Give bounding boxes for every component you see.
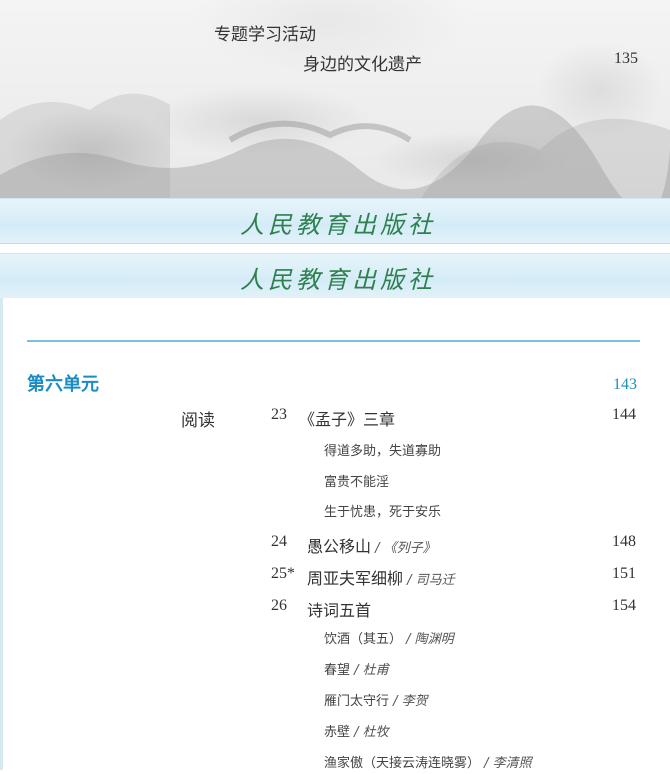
- entry-number: 24: [271, 533, 287, 550]
- entry-number: 26: [271, 597, 287, 614]
- entry-page: 151: [612, 565, 636, 582]
- toc-page: 第六单元 143 阅读 23 《孟子》三章 144 得道多助，失道寡助 富贵不能…: [0, 298, 670, 771]
- entry-author: / 司马迁: [403, 573, 455, 588]
- unit-title: 第六单元: [27, 374, 99, 395]
- header-rule: [27, 340, 640, 342]
- entry-author: / 《列子》: [371, 541, 436, 556]
- unit-page-number: 143: [613, 376, 637, 393]
- sub-entry[interactable]: 得道多助，失道寡助: [324, 440, 441, 462]
- entry-title: 愚公移山 / 《列子》: [307, 537, 436, 556]
- sub-entry[interactable]: 富贵不能淫: [324, 471, 389, 493]
- toc-entry[interactable]: 23 《孟子》三章 144: [3, 406, 670, 432]
- entry-page: 144: [612, 406, 636, 423]
- sub-entry[interactable]: 赤壁 / 杜牧: [324, 721, 389, 743]
- sub-entry[interactable]: 饮酒（其五） / 陶渊明: [324, 628, 454, 650]
- entry-title: 《孟子》三章: [299, 410, 396, 429]
- sub-entry[interactable]: 春望 / 杜甫: [324, 659, 389, 681]
- heritage-entry-title: 身边的文化遗产: [303, 55, 422, 75]
- sub-entry[interactable]: 雁门太守行 / 李贺: [324, 690, 428, 712]
- topic-activity-title: 专题学习活动: [214, 25, 316, 45]
- entry-page: 148: [612, 533, 636, 550]
- entry-title: 诗词五首: [307, 601, 372, 620]
- publisher-logo-text: 人民教育出版社: [240, 211, 436, 239]
- heritage-entry-page: 135: [614, 50, 638, 67]
- ink-painting-header: 专题学习活动 身边的文化遗产 135: [0, 0, 670, 200]
- entry-number: 25*: [271, 565, 295, 582]
- publisher-band: 人民教育出版社: [0, 198, 670, 244]
- toc-entry[interactable]: 26 诗词五首 154: [3, 597, 670, 623]
- publisher-logo-text: 人民教育出版社: [240, 266, 436, 294]
- sub-entry[interactable]: 渔家傲（天接云涛连晓雾） / 李清照: [324, 752, 532, 774]
- sub-entry[interactable]: 生于忧患，死于安乐: [324, 501, 441, 523]
- toc-entry[interactable]: 25* 周亚夫军细柳 / 司马迁 151: [3, 565, 670, 591]
- toc-entry[interactable]: 24 愚公移山 / 《列子》 148: [3, 533, 670, 559]
- entry-page: 154: [612, 597, 636, 614]
- ink-wash-landscape: [0, 93, 670, 200]
- publisher-band: 人民教育出版社: [0, 253, 670, 299]
- entry-title: 周亚夫军细柳 / 司马迁: [307, 569, 455, 588]
- entry-number: 23: [271, 406, 287, 423]
